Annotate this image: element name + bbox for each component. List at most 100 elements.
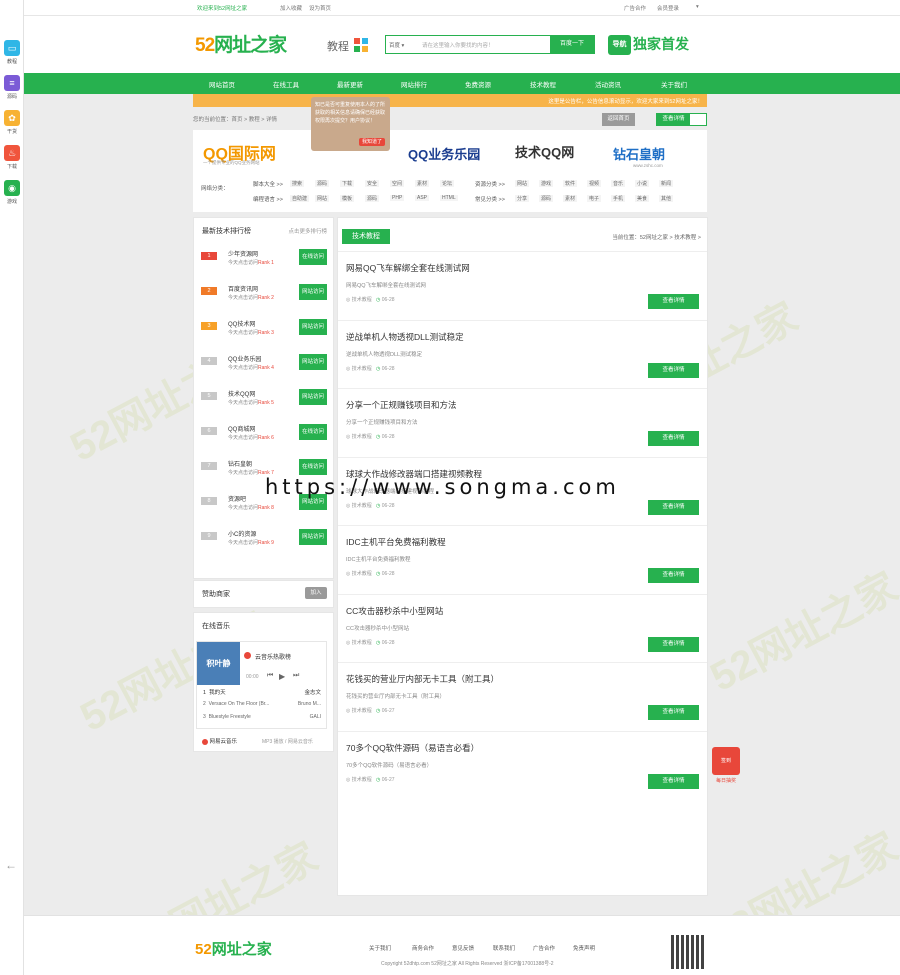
footer-logo[interactable]: 52网址之家 [195, 938, 272, 959]
view-details-button[interactable]: 查看详情 [648, 499, 699, 515]
article-title[interactable]: CC攻击器秒杀中小型网站 [346, 605, 443, 617]
music-footer-left[interactable]: 网易云音乐 [202, 737, 237, 745]
category-item[interactable]: 手机 [611, 195, 626, 202]
category-item[interactable]: PHP [390, 195, 405, 201]
view-details-toggle[interactable]: 查看详情 [656, 113, 707, 126]
prev-icon[interactable]: ⏮ [267, 672, 273, 680]
category-item[interactable]: 分享 [515, 195, 530, 202]
article-title[interactable]: 分享一个正规赚钱项目和方法 [346, 399, 457, 411]
rank-site-name[interactable]: 技术QQ网 [228, 389, 255, 398]
category-item[interactable]: 下载 [340, 180, 355, 187]
rank-site-name[interactable]: QQ业务乐园 [228, 354, 261, 363]
visit-button[interactable]: 在线访问 [299, 459, 327, 475]
category-item[interactable]: 游戏 [539, 180, 554, 187]
sidebar-item-tutorial[interactable]: ▭ 教程 [2, 40, 22, 65]
rank-site-name[interactable]: 资源吧 [228, 494, 246, 503]
visit-button[interactable]: 网站访问 [299, 284, 327, 300]
login-link[interactable]: 会员登录 [657, 4, 679, 12]
visit-button[interactable]: 网站访问 [299, 529, 327, 545]
brand-diamond[interactable]: 钻石皇朝 [613, 144, 665, 163]
category-item[interactable]: 素材 [563, 195, 578, 202]
visit-button[interactable]: 网站访问 [299, 354, 327, 370]
category-item[interactable]: HTML [440, 195, 458, 201]
article-title[interactable]: 逆战单机人物透视DLL测试稳定 [346, 331, 464, 343]
view-details-button[interactable]: 查看详情 [648, 705, 699, 720]
category-item[interactable]: 安全 [365, 180, 380, 187]
welcome-link[interactable]: 欢迎来到52网址之家 [197, 4, 247, 12]
view-details-button[interactable]: 查看详情 [648, 294, 699, 309]
track-row[interactable]: 3 Bluestyle Freestyle GALI [203, 714, 321, 720]
article-title[interactable]: 花钱买的营业厅内部无卡工具（附工具） [346, 673, 499, 685]
category-item[interactable]: 空间 [390, 180, 405, 187]
daily-lottery-widget[interactable]: 签到 每日抽奖 [710, 747, 742, 789]
rank-site-name[interactable]: 钻石皇朝 [228, 459, 252, 468]
next-icon[interactable]: ⏭ [293, 672, 299, 680]
footer-link-contact[interactable]: 联系我们 [493, 944, 515, 952]
view-details-button[interactable]: 查看详情 [648, 431, 699, 446]
brand-qq-business[interactable]: QQ业务乐园 [408, 144, 480, 163]
sidebar-item-goods[interactable]: ✿ 干货 [2, 110, 22, 135]
category-item[interactable]: 论坛 [440, 180, 455, 187]
popup-ok-button[interactable]: 我知道了 [358, 138, 385, 146]
category-item[interactable]: 自助建 [290, 195, 310, 202]
tab-tutorials[interactable]: 技术教程 [342, 229, 390, 244]
nav-updates[interactable]: 最新更新 [337, 79, 363, 89]
add-favorite-link[interactable]: 加入收藏 [280, 4, 302, 12]
category-item[interactable]: 音乐 [611, 180, 626, 187]
set-homepage-link[interactable]: 设为首页 [309, 4, 331, 12]
search-input[interactable]: 请在这里输入你要找的内容！ [422, 41, 494, 49]
search-button[interactable]: 百度一下 [550, 36, 594, 53]
category-item[interactable]: 新闻 [659, 180, 674, 187]
category-item[interactable]: 源码 [539, 195, 554, 202]
ranking-more-link[interactable]: 点击更多排行榜 [288, 227, 327, 235]
nav-ranking[interactable]: 网站排行 [401, 79, 427, 89]
category-item[interactable]: 美食 [635, 195, 650, 202]
article-title[interactable]: 70多个QQ软件源码（易语言必看） [346, 742, 479, 754]
category-item[interactable]: ASP [415, 195, 430, 201]
category-item[interactable]: 源码 [315, 180, 330, 187]
search-engine-select[interactable]: 百度 ▾ [389, 41, 404, 49]
category-item[interactable]: 小说 [635, 180, 650, 187]
sidebar-item-game[interactable]: ◉ 游戏 [2, 180, 22, 205]
footer-link-about[interactable]: 关于我们 [369, 944, 391, 952]
exclusive-banner[interactable]: 导航 独家首发 [608, 34, 689, 56]
visit-button[interactable]: 在线访问 [299, 249, 327, 265]
back-home-button[interactable]: 返回首页 [602, 113, 635, 126]
category-item[interactable]: 网站 [515, 180, 530, 187]
nav-tools[interactable]: 在线工具 [273, 79, 299, 89]
view-details-button[interactable]: 查看详情 [648, 636, 699, 652]
track-row[interactable]: 1 我的天 金志文 [203, 688, 321, 696]
category-item[interactable]: 素材 [415, 180, 430, 187]
site-logo[interactable]: 52网址之家 [195, 30, 287, 57]
sidebar-item-source[interactable]: ≡ 源码 [2, 75, 22, 100]
sidebar-item-download[interactable]: ♨ 下载 [2, 145, 22, 170]
category-item[interactable]: 软件 [563, 180, 578, 187]
nav-home[interactable]: 网站首页 [209, 79, 235, 89]
footer-link-feedback[interactable]: 意见反馈 [452, 944, 474, 952]
brand-tech-qq[interactable]: 技术QQ网 [515, 142, 574, 161]
visit-button[interactable]: 网站访问 [299, 389, 327, 405]
category-item[interactable]: 模板 [340, 195, 355, 202]
join-sponsor-button[interactable]: 加入 [305, 587, 327, 599]
rank-site-name[interactable]: QQ商城网 [228, 424, 255, 433]
category-item[interactable]: 网站 [315, 195, 330, 202]
track-row[interactable]: 2 Versace On The Floor (Br... Bruno M... [203, 701, 321, 707]
visit-button[interactable]: 网站访问 [299, 319, 327, 335]
footer-link-disclaimer[interactable]: 免责声明 [573, 944, 595, 952]
view-details-button[interactable]: 查看详情 [648, 362, 699, 378]
rank-site-name[interactable]: 百度资讯网 [228, 284, 258, 293]
view-details-button[interactable]: 查看详情 [648, 568, 699, 583]
rank-site-name[interactable]: 小C的资源 [228, 529, 256, 538]
article-title[interactable]: IDC主机平台免费福利教程 [346, 536, 446, 548]
visit-button[interactable]: 在线访问 [299, 424, 327, 440]
category-item[interactable]: 源码 [365, 195, 380, 202]
nav-tutorials[interactable]: 技术教程 [530, 79, 556, 89]
nav-events[interactable]: 活动资讯 [595, 79, 621, 89]
rank-site-name[interactable]: 少年资源网 [228, 249, 258, 258]
footer-link-business[interactable]: 商务合作 [412, 944, 434, 952]
category-item[interactable]: 电子 [587, 195, 602, 202]
rank-site-name[interactable]: QQ技术网 [228, 319, 255, 328]
play-icon[interactable]: ▶ [279, 672, 285, 681]
view-details-button[interactable]: 查看详情 [648, 773, 699, 789]
nav-about[interactable]: 关于我们 [661, 79, 687, 89]
